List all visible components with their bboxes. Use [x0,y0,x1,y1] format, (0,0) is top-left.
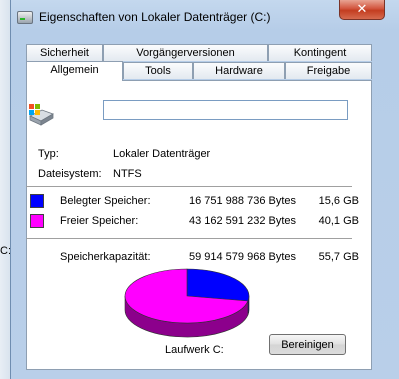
free-space-swatch [30,214,44,228]
filesystem-value: NTFS [113,168,142,180]
drive-name-input[interactable] [103,100,348,120]
tab-allgemein[interactable]: Allgemein [26,61,123,81]
tab-hardware[interactable]: Hardware [193,62,285,79]
used-space-label: Belegter Speicher: [60,195,151,207]
used-space-size: 15,6 GB [318,195,359,207]
separator [26,238,352,239]
close-icon: ✕ [356,1,368,16]
background-window [0,0,10,379]
pie-slice-used [186,268,250,302]
tab-vorgaengerversionen[interactable]: Vorgängerversionen [103,44,268,61]
type-label: Typ: [38,148,59,160]
drive-label: Laufwerk C: [165,344,224,356]
close-button[interactable]: ✕ [339,0,385,20]
capacity-label: Speicherkapazität: [60,251,151,263]
hard-drive-icon [29,104,54,126]
drive-title-icon [17,11,33,24]
capacity-bytes: 59 914 579 968 Bytes [188,251,296,263]
free-space-size: 40,1 GB [318,215,359,227]
tab-tools[interactable]: Tools [123,62,193,79]
title-bar[interactable]: Eigenschaften von Lokaler Datenträger (C… [11,0,399,34]
free-space-label: Freier Speicher: [60,215,139,227]
tab-sicherheit[interactable]: Sicherheit [26,44,103,61]
usage-pie-chart [124,268,250,338]
capacity-size: 55,7 GB [318,251,359,263]
free-space-bytes: 43 162 591 232 Bytes [188,215,296,227]
window-title: Eigenschaften von Lokaler Datenträger (C… [39,10,271,24]
used-space-bytes: 16 751 988 736 Bytes [188,195,296,207]
type-value: Lokaler Datenträger [113,148,211,160]
filesystem-label: Dateisystem: [38,168,102,180]
used-space-swatch [30,194,44,208]
separator [26,186,352,187]
tab-kontingent[interactable]: Kontingent [268,44,372,61]
tab-freigabe[interactable]: Freigabe [285,62,372,79]
cleanup-button[interactable]: Bereinigen [269,334,346,355]
